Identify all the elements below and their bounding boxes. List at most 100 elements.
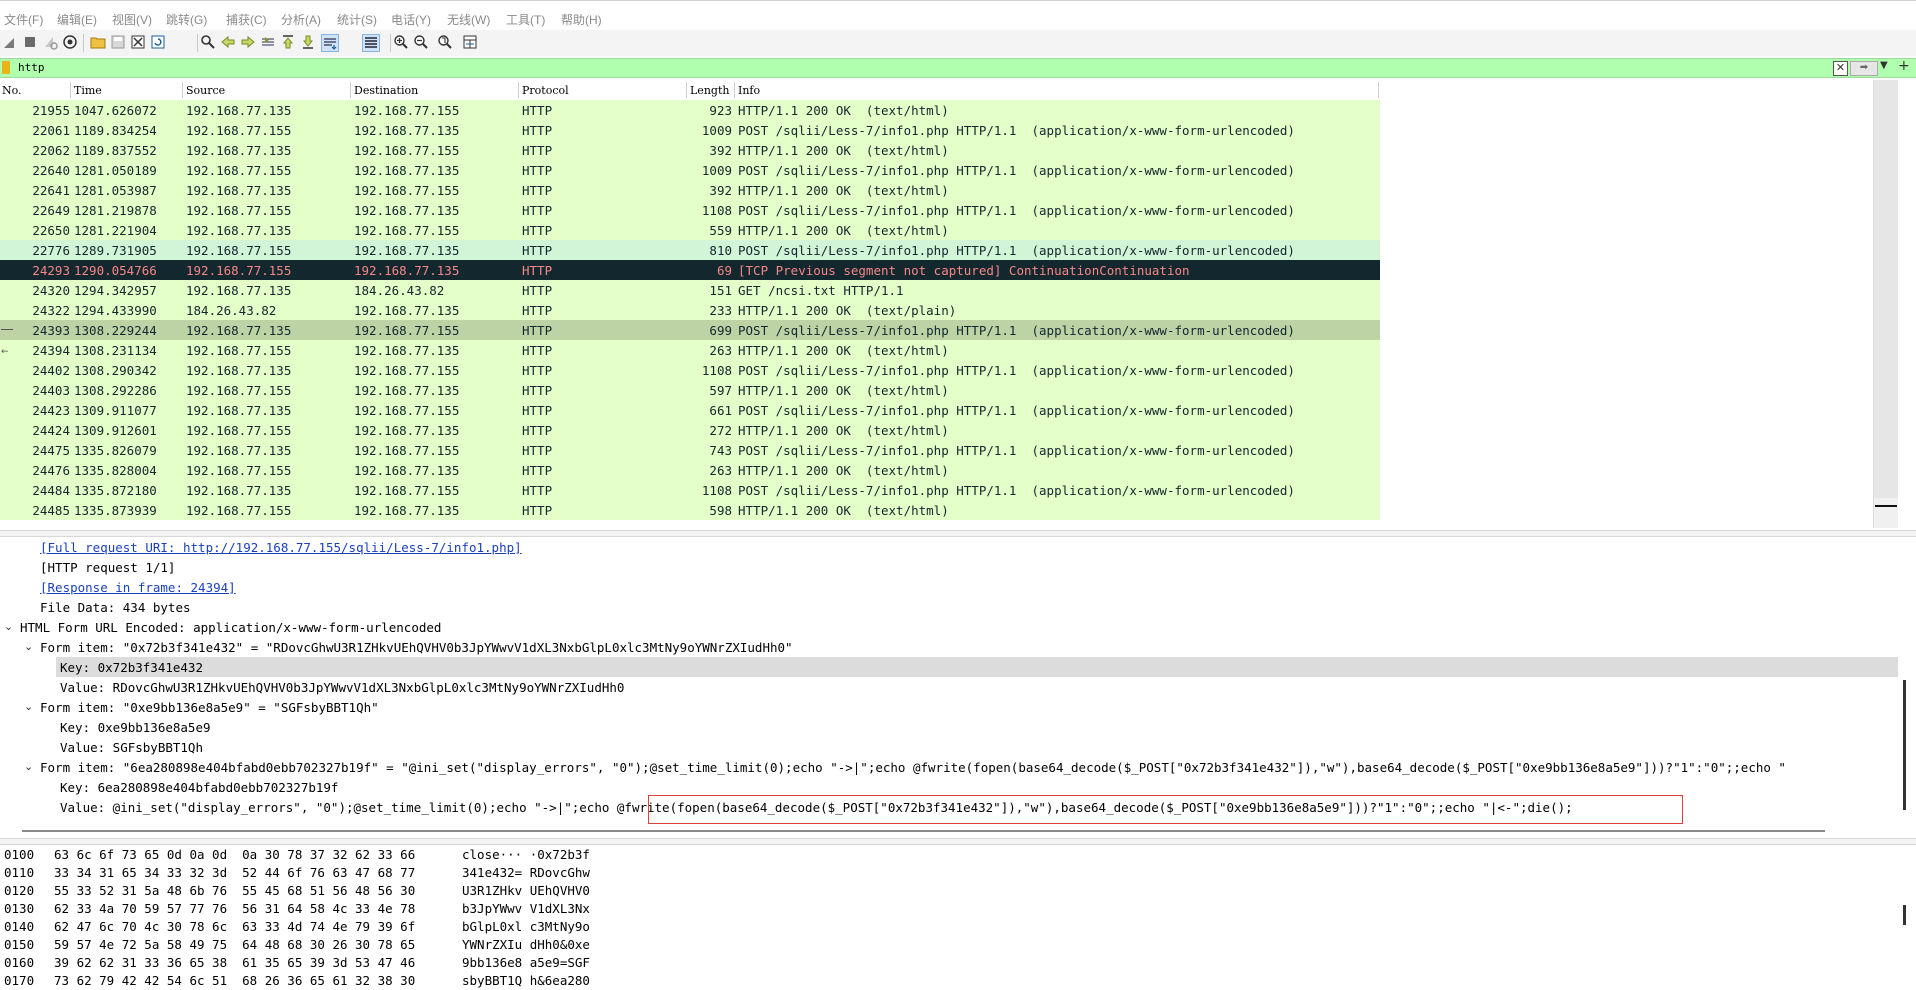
detail-link[interactable]: [Response in frame: 24394] — [40, 580, 236, 595]
expand-chevron-down-icon[interactable]: ⌄ — [4, 620, 13, 633]
byte-offset[interactable]: 0160 — [4, 955, 34, 970]
packet-row[interactable]: 22641 1281.053987 192.168.77.135 192.168.77… — [0, 180, 1380, 200]
packet-row[interactable]: ← 24394 1308.231134 192.168.77.155 192.168.7… — [0, 340, 1380, 360]
bookmark-icon[interactable] — [2, 61, 10, 74]
colorize-icon[interactable] — [362, 34, 380, 52]
packet-row[interactable]: 24393 1308.229244 192.168.77.135 192.168.77… — [0, 320, 1380, 340]
details-vertical-scrollbar[interactable] — [1903, 680, 1906, 810]
byte-ascii[interactable]: sbyBBT1Q h&6ea280 — [462, 973, 590, 988]
byte-hex[interactable]: 63 6c 6f 73 65 0d 0a 0d 0a 30 78 37 32 6… — [54, 847, 415, 862]
bytes-vertical-scrollbar[interactable] — [1903, 905, 1906, 925]
detail-tree-row[interactable]: File Data: 434 bytes — [0, 597, 1900, 617]
filter-history-chevron-down-icon[interactable]: ▼ — [1880, 60, 1888, 71]
menu-item[interactable]: 捕获(C) — [226, 11, 267, 28]
go-back-icon[interactable] — [220, 34, 236, 50]
scrollbar-thumb[interactable] — [1874, 80, 1898, 498]
detail-tree-row[interactable]: ⌄ Form item: "0xe9bb136e8a5e9" = "SGFsbyB… — [0, 697, 1900, 717]
column-header-info[interactable]: Info — [738, 84, 760, 97]
byte-offset[interactable]: 0170 — [4, 973, 34, 988]
menu-item[interactable]: 分析(A) — [281, 11, 321, 28]
packet-row[interactable]: 24322 1294.433990 184.26.43.82 192.168.77.1… — [0, 300, 1380, 320]
reload-icon[interactable] — [150, 34, 166, 50]
details-horizontal-scrollbar[interactable] — [0, 829, 1900, 833]
detail-tree-row[interactable]: ⌄ Form item: "0x72b3f341e432" = "RDovcGhw… — [0, 637, 1900, 657]
clear-filter-icon[interactable]: ✕ — [1833, 61, 1848, 76]
column-header-protocol[interactable]: Protocol — [522, 84, 569, 97]
shark-fin-start-icon[interactable] — [2, 34, 18, 50]
zoom-in-icon[interactable] — [393, 34, 409, 50]
packet-row[interactable]: 24485 1335.873939 192.168.77.155 192.168.77… — [0, 500, 1380, 520]
pane-splitter[interactable] — [0, 838, 1916, 845]
autoscroll-icon[interactable] — [321, 34, 339, 52]
save-file-icon[interactable] — [110, 34, 126, 50]
packet-row[interactable]: 22776 1289.731905 192.168.77.155 192.168.77… — [0, 240, 1380, 260]
packet-row[interactable]: 21955 1047.626072 192.168.77.135 192.168.77… — [0, 100, 1380, 120]
packet-row[interactable]: 22061 1189.834254 192.168.77.155 192.168.77… — [0, 120, 1380, 140]
byte-offset[interactable]: 0100 — [4, 847, 34, 862]
packet-row[interactable]: 22640 1281.050189 192.168.77.155 192.168.77… — [0, 160, 1380, 180]
packet-row[interactable]: 24476 1335.828004 192.168.77.155 192.168.77… — [0, 460, 1380, 480]
detail-tree-row[interactable]: ⌄ HTML Form URL Encoded: application/x-ww… — [0, 617, 1900, 637]
packet-row[interactable]: 22062 1189.837552 192.168.77.135 192.168.77… — [0, 140, 1380, 160]
detail-tree-row[interactable]: Key: 0x72b3f341e432 — [56, 657, 1898, 677]
column-header-no[interactable]: No. — [2, 84, 22, 97]
stop-icon[interactable] — [22, 34, 38, 50]
menu-item[interactable]: 跳转(G) — [166, 11, 207, 28]
byte-hex[interactable]: 62 47 6c 70 4c 30 78 6c 63 33 4d 74 4e 7… — [54, 919, 415, 934]
packet-row[interactable]: 22649 1281.219878 192.168.77.155 192.168.77… — [0, 200, 1380, 220]
byte-hex[interactable]: 62 33 4a 70 59 57 77 76 56 31 64 58 4c 3… — [54, 901, 415, 916]
detail-tree-row[interactable]: ⌄ Form item: "6ea280898e404bfabd0ebb70232… — [0, 757, 1900, 777]
byte-ascii[interactable]: b3JpYWwv V1dXL3Nx — [462, 901, 590, 916]
packet-row[interactable]: 22650 1281.221904 192.168.77.135 192.168.77… — [0, 220, 1380, 240]
detail-tree-row[interactable]: [HTTP request 1/1] — [0, 557, 1900, 577]
detail-tree-row[interactable]: Key: 6ea280898e404bfabd0ebb702327b19f — [0, 777, 1900, 797]
byte-offset[interactable]: 0150 — [4, 937, 34, 952]
apply-filter-icon[interactable]: ➡ — [1850, 61, 1878, 76]
packet-row[interactable]: 24402 1308.290342 192.168.77.135 192.168.77… — [0, 360, 1380, 380]
close-file-icon[interactable] — [130, 34, 146, 50]
menu-item[interactable]: 帮助(H) — [561, 11, 602, 28]
expand-chevron-down-icon[interactable]: ⌄ — [24, 640, 33, 653]
byte-offset[interactable]: 0120 — [4, 883, 34, 898]
expand-chevron-down-icon[interactable]: ⌄ — [24, 700, 33, 713]
zoom-out-icon[interactable] — [413, 34, 429, 50]
go-first-icon[interactable] — [280, 34, 296, 50]
byte-hex[interactable]: 55 33 52 31 5a 48 6b 76 55 45 68 51 56 4… — [54, 883, 415, 898]
add-filter-button-plus-icon[interactable]: + — [1898, 58, 1910, 74]
pane-splitter[interactable] — [0, 530, 1916, 537]
byte-offset[interactable]: 0110 — [4, 865, 34, 880]
detail-tree-row[interactable]: [Full request URI: http://192.168.77.155… — [0, 537, 1900, 557]
column-header-source[interactable]: Source — [186, 84, 225, 97]
byte-ascii[interactable]: YWNrZXIu dHh0&0xe — [462, 937, 590, 952]
byte-ascii[interactable]: 341e432= RDovcGhw — [462, 865, 590, 880]
go-forward-icon[interactable] — [240, 34, 256, 50]
packet-row[interactable]: 24484 1335.872180 192.168.77.135 192.168.77… — [0, 480, 1380, 500]
open-file-icon[interactable] — [90, 34, 106, 50]
packet-row[interactable]: 24424 1309.912601 192.168.77.155 192.168.77… — [0, 420, 1380, 440]
display-filter-input[interactable] — [18, 60, 1808, 74]
byte-hex[interactable]: 33 34 31 65 34 33 32 3d 52 44 6f 76 63 4… — [54, 865, 415, 880]
go-to-packet-icon[interactable] — [260, 34, 276, 50]
find-icon[interactable] — [200, 34, 216, 50]
menu-item[interactable]: 工具(T) — [506, 11, 545, 28]
resize-columns-icon[interactable] — [462, 34, 478, 50]
detail-link[interactable]: [Full request URI: http://192.168.77.155… — [40, 540, 522, 555]
menu-item[interactable]: 文件(F) — [4, 11, 43, 28]
menu-item[interactable]: 编辑(E) — [57, 11, 97, 28]
go-last-icon[interactable] — [300, 34, 316, 50]
detail-tree-row[interactable]: [Response in frame: 24394] — [0, 577, 1900, 597]
byte-hex[interactable]: 59 57 4e 72 5a 58 49 75 64 48 68 30 26 3… — [54, 937, 415, 952]
packet-row[interactable]: 24293 1290.054766 192.168.77.155 192.168.77… — [0, 260, 1380, 280]
packet-row[interactable]: 24320 1294.342957 192.168.77.135 184.26.43.… — [0, 280, 1380, 300]
byte-hex[interactable]: 73 62 79 42 42 54 6c 51 68 26 36 65 61 3… — [54, 973, 415, 988]
column-header-time[interactable]: Time — [74, 84, 102, 97]
packet-row[interactable]: 24475 1335.826079 192.168.77.135 192.168.77… — [0, 440, 1380, 460]
menu-item[interactable]: 统计(S) — [337, 11, 377, 28]
packet-list-scrollbar[interactable] — [1873, 80, 1898, 528]
byte-ascii[interactable]: 9bb136e8 a5e9=SGF — [462, 955, 590, 970]
byte-ascii[interactable]: U3R1ZHkv UEhQVHV0 — [462, 883, 590, 898]
detail-tree-row[interactable]: Value: RDovcGhwU3R1ZHkvUEhQVHV0b3JpYWwvV… — [0, 677, 1900, 697]
expand-chevron-down-icon[interactable]: ⌄ — [24, 760, 33, 773]
menu-item[interactable]: 无线(W) — [447, 11, 490, 28]
column-header-length[interactable]: Length — [690, 84, 729, 97]
